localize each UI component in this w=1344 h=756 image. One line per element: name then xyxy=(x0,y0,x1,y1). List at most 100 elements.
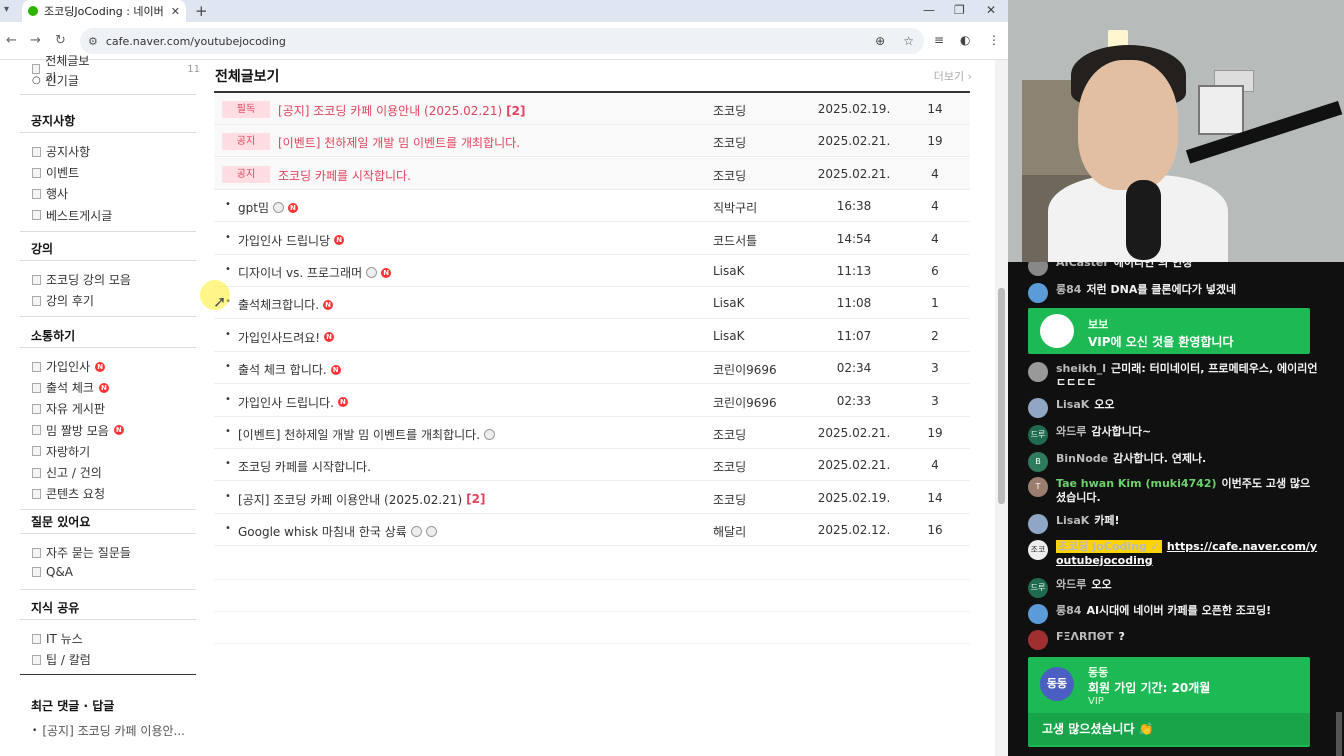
chat-author: BinNode xyxy=(1056,452,1109,465)
post-author[interactable]: 조코딩 xyxy=(713,134,746,151)
forward-icon[interactable]: → xyxy=(30,33,41,48)
more-link[interactable]: 더보기 › xyxy=(934,68,972,84)
site-info-icon[interactable]: ⚙ xyxy=(88,35,98,48)
sidebar-item[interactable]: 조코딩 강의 모음 xyxy=(32,271,131,288)
sidebar-item-label: 인기글 xyxy=(45,74,79,88)
document-icon xyxy=(32,210,41,221)
post-author[interactable]: 조코딩 xyxy=(713,426,746,443)
sidebar-item[interactable]: 이벤트 xyxy=(32,164,79,181)
chat-message-body: 와드루 오오 xyxy=(1056,578,1318,598)
post-row: • [공지] 조코딩 카페 이용안내 (2025.02.21) [2] 조코딩 2025… xyxy=(214,482,970,514)
post-title-link[interactable]: [공지] 조코딩 카페 이용안내 (2025.02.21) [2] xyxy=(238,491,485,508)
post-title-link[interactable]: [이벤트] 천하제일 개발 밈 이벤트를 개최합니다. xyxy=(238,426,496,443)
post-author[interactable]: 조코딩 xyxy=(713,458,746,475)
document-icon xyxy=(32,146,41,157)
post-author[interactable]: 코린이9696 xyxy=(713,361,777,378)
sidebar-item[interactable]: 콘텐츠 요청 xyxy=(32,485,105,502)
sidebar-item[interactable]: 팁 / 칼럼 xyxy=(32,651,91,668)
post-title-link[interactable]: 조코딩 카페를 시작합니다. xyxy=(278,167,411,184)
sidebar-item[interactable]: 베스트게시글 xyxy=(32,207,112,224)
minimize-icon[interactable]: — xyxy=(923,3,935,17)
bullet: • xyxy=(225,264,231,275)
bookmark-star-icon[interactable]: ☆ xyxy=(903,34,914,48)
post-date: 11:13 xyxy=(836,264,872,278)
sidebar-item[interactable]: 공지사항 xyxy=(32,143,90,160)
post-title: 가입인사 드립니당 xyxy=(238,233,331,248)
post-title-link[interactable]: [공지] 조코딩 카페 이용안내 (2025.02.21) [2] xyxy=(278,102,525,119)
post-title: [공지] 조코딩 카페 이용안내 (2025.02.21) xyxy=(278,104,503,118)
recent-comments-title: 최근 댓글 · 답글 xyxy=(31,699,115,713)
sidebar-item[interactable]: 자주 묻는 질문들 xyxy=(32,544,131,561)
url-field[interactable]: ⚙ cafe.naver.com/youtubejocoding ⊕ ☆ xyxy=(80,28,924,54)
post-author[interactable]: 조코딩 xyxy=(713,102,746,119)
tab-search-icon[interactable]: ▾ xyxy=(4,4,9,15)
browser-tab[interactable]: 조코딩JoCoding : 네이버 카페 ✕ xyxy=(22,0,186,22)
post-title: 조코딩 카페를 시작합니다. xyxy=(278,168,411,183)
sidebar-item[interactable]: Q&A xyxy=(32,565,73,579)
post-title: 디자이너 vs. 프로그래머 xyxy=(238,266,363,280)
post-author[interactable]: LisaK xyxy=(713,264,745,278)
post-author[interactable]: 해달리 xyxy=(713,523,746,540)
empty-row-line xyxy=(214,611,970,612)
reload-icon[interactable]: ↻ xyxy=(55,33,66,48)
post-author[interactable]: 코드서틀 xyxy=(713,232,757,249)
profile-icon[interactable]: ◐ xyxy=(960,33,970,47)
chat-message-body: LisaK 카페! xyxy=(1056,514,1318,534)
scrollbar-thumb[interactable] xyxy=(998,288,1005,504)
post-author[interactable]: LisaK xyxy=(713,329,745,343)
post-title-link[interactable]: [이벤트] 천하제일 개발 밈 이벤트를 개최합니다. xyxy=(278,134,520,151)
post-date: 11:07 xyxy=(836,328,872,343)
sidebar-item[interactable]: 출석 체크 N xyxy=(32,379,109,396)
post-title-link[interactable]: 가입인사드려요! N xyxy=(238,329,335,346)
post-title-link[interactable]: 조코딩 카페를 시작합니다. xyxy=(238,458,371,475)
sidebar-item-label: 신고 / 건의 xyxy=(46,466,102,480)
sidebar-item[interactable]: 행사 xyxy=(32,185,68,202)
post-author[interactable]: LisaK xyxy=(713,296,745,310)
sidebar-item[interactable]: 자랑하기 xyxy=(32,443,90,460)
back-icon[interactable]: ← xyxy=(6,33,17,48)
sidebar-item[interactable]: IT 뉴스 xyxy=(32,630,83,647)
close-window-icon[interactable]: ✕ xyxy=(986,3,996,17)
restore-icon[interactable]: ❐ xyxy=(954,3,965,17)
sidebar-section-title: 강의 xyxy=(31,242,54,256)
page-scrollbar[interactable] xyxy=(995,60,1008,756)
post-row: •출석체크합니다.NLisaK11:081 xyxy=(214,287,970,320)
sidebar-section-title: 질문 있어요 xyxy=(31,515,91,529)
post-title-link[interactable]: gpt밈 N xyxy=(238,199,298,216)
comment-count[interactable]: [2] xyxy=(506,104,525,118)
comment-count[interactable]: [2] xyxy=(466,492,485,506)
post-title-link[interactable]: Google whisk 마침내 한국 상륙 xyxy=(238,523,437,540)
sidebar-item[interactable]: 밈 짤방 모음 N xyxy=(32,422,124,439)
recent-comment-item[interactable]: • [공지] 조코딩 카페 이용안... xyxy=(32,722,185,739)
post-title-link[interactable]: 가입인사 드립니다. N xyxy=(238,394,348,411)
document-icon xyxy=(32,467,41,478)
sidebar-item[interactable]: 자유 게시판 xyxy=(32,400,105,417)
close-tab-icon[interactable]: ✕ xyxy=(171,5,180,18)
chat-message: 드루 와드루 오오 xyxy=(1028,578,1318,598)
sidebar-item-popular[interactable]: ○ 인기글 xyxy=(32,72,79,89)
post-date: 16:38 xyxy=(836,199,872,214)
post-title-link[interactable]: 디자이너 vs. 프로그래머 N xyxy=(238,264,392,281)
new-tab-icon[interactable]: + xyxy=(195,2,208,20)
menu-icon[interactable]: ⋮ xyxy=(988,33,1000,47)
post-author[interactable]: 직박구리 xyxy=(713,199,757,216)
board-title: 전체글보기 xyxy=(215,69,280,85)
sidebar-item[interactable]: 가입인사 N xyxy=(32,358,106,375)
sidebar-item-label: 팁 / 칼럼 xyxy=(46,653,91,668)
chat-scrollbar[interactable] xyxy=(1336,712,1342,756)
bullet: • xyxy=(225,328,231,340)
post-title-link[interactable]: 출석체크합니다. N xyxy=(238,296,334,313)
post-author[interactable]: 조코딩 xyxy=(713,167,746,184)
chat-avatar: 드루 xyxy=(1028,425,1048,445)
post-author[interactable]: 조코딩 xyxy=(713,491,746,508)
post-date: 02:33 xyxy=(836,393,872,408)
empty-row-line xyxy=(214,643,970,645)
zoom-icon[interactable]: ⊕ xyxy=(875,34,885,48)
membership-avatar: 동동 xyxy=(1040,667,1074,701)
post-author[interactable]: 코린이9696 xyxy=(713,394,777,411)
post-title-link[interactable]: 출석 체크 합니다. N xyxy=(238,361,341,378)
sidebar-item[interactable]: 신고 / 건의 xyxy=(32,464,102,481)
sidebar-item[interactable]: 강의 후기 xyxy=(32,292,94,309)
reading-list-icon[interactable]: ≡ xyxy=(934,33,944,47)
post-title-link[interactable]: 가입인사 드립니당 N xyxy=(238,232,345,249)
